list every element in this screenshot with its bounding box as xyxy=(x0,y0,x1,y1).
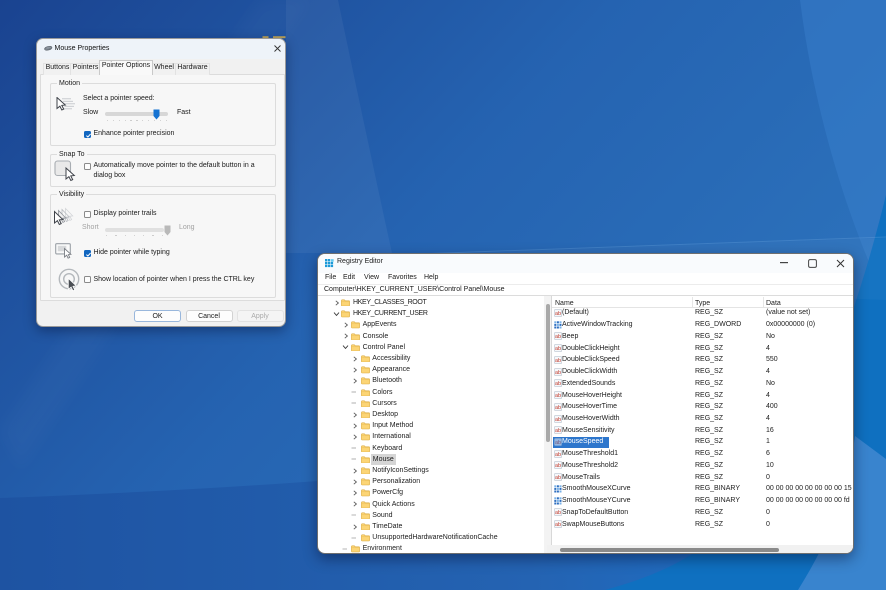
svg-text:ab: ab xyxy=(555,334,561,340)
svg-text:ab: ab xyxy=(555,428,561,434)
svg-text:ab: ab xyxy=(555,358,561,364)
svg-text:ab: ab xyxy=(555,475,561,481)
svg-text:ab: ab xyxy=(555,440,561,446)
svg-text:ab: ab xyxy=(555,369,561,375)
svg-text:ab: ab xyxy=(555,463,561,469)
svg-text:ab: ab xyxy=(555,346,561,352)
svg-text:ab: ab xyxy=(555,311,561,317)
svg-text:ab: ab xyxy=(555,393,561,399)
svg-text:ab: ab xyxy=(555,416,561,422)
svg-text:ab: ab xyxy=(555,451,561,457)
svg-text:ab: ab xyxy=(555,522,561,528)
svg-text:ab: ab xyxy=(555,404,561,410)
svg-text:ab: ab xyxy=(555,510,561,516)
svg-text:ab: ab xyxy=(555,381,561,387)
